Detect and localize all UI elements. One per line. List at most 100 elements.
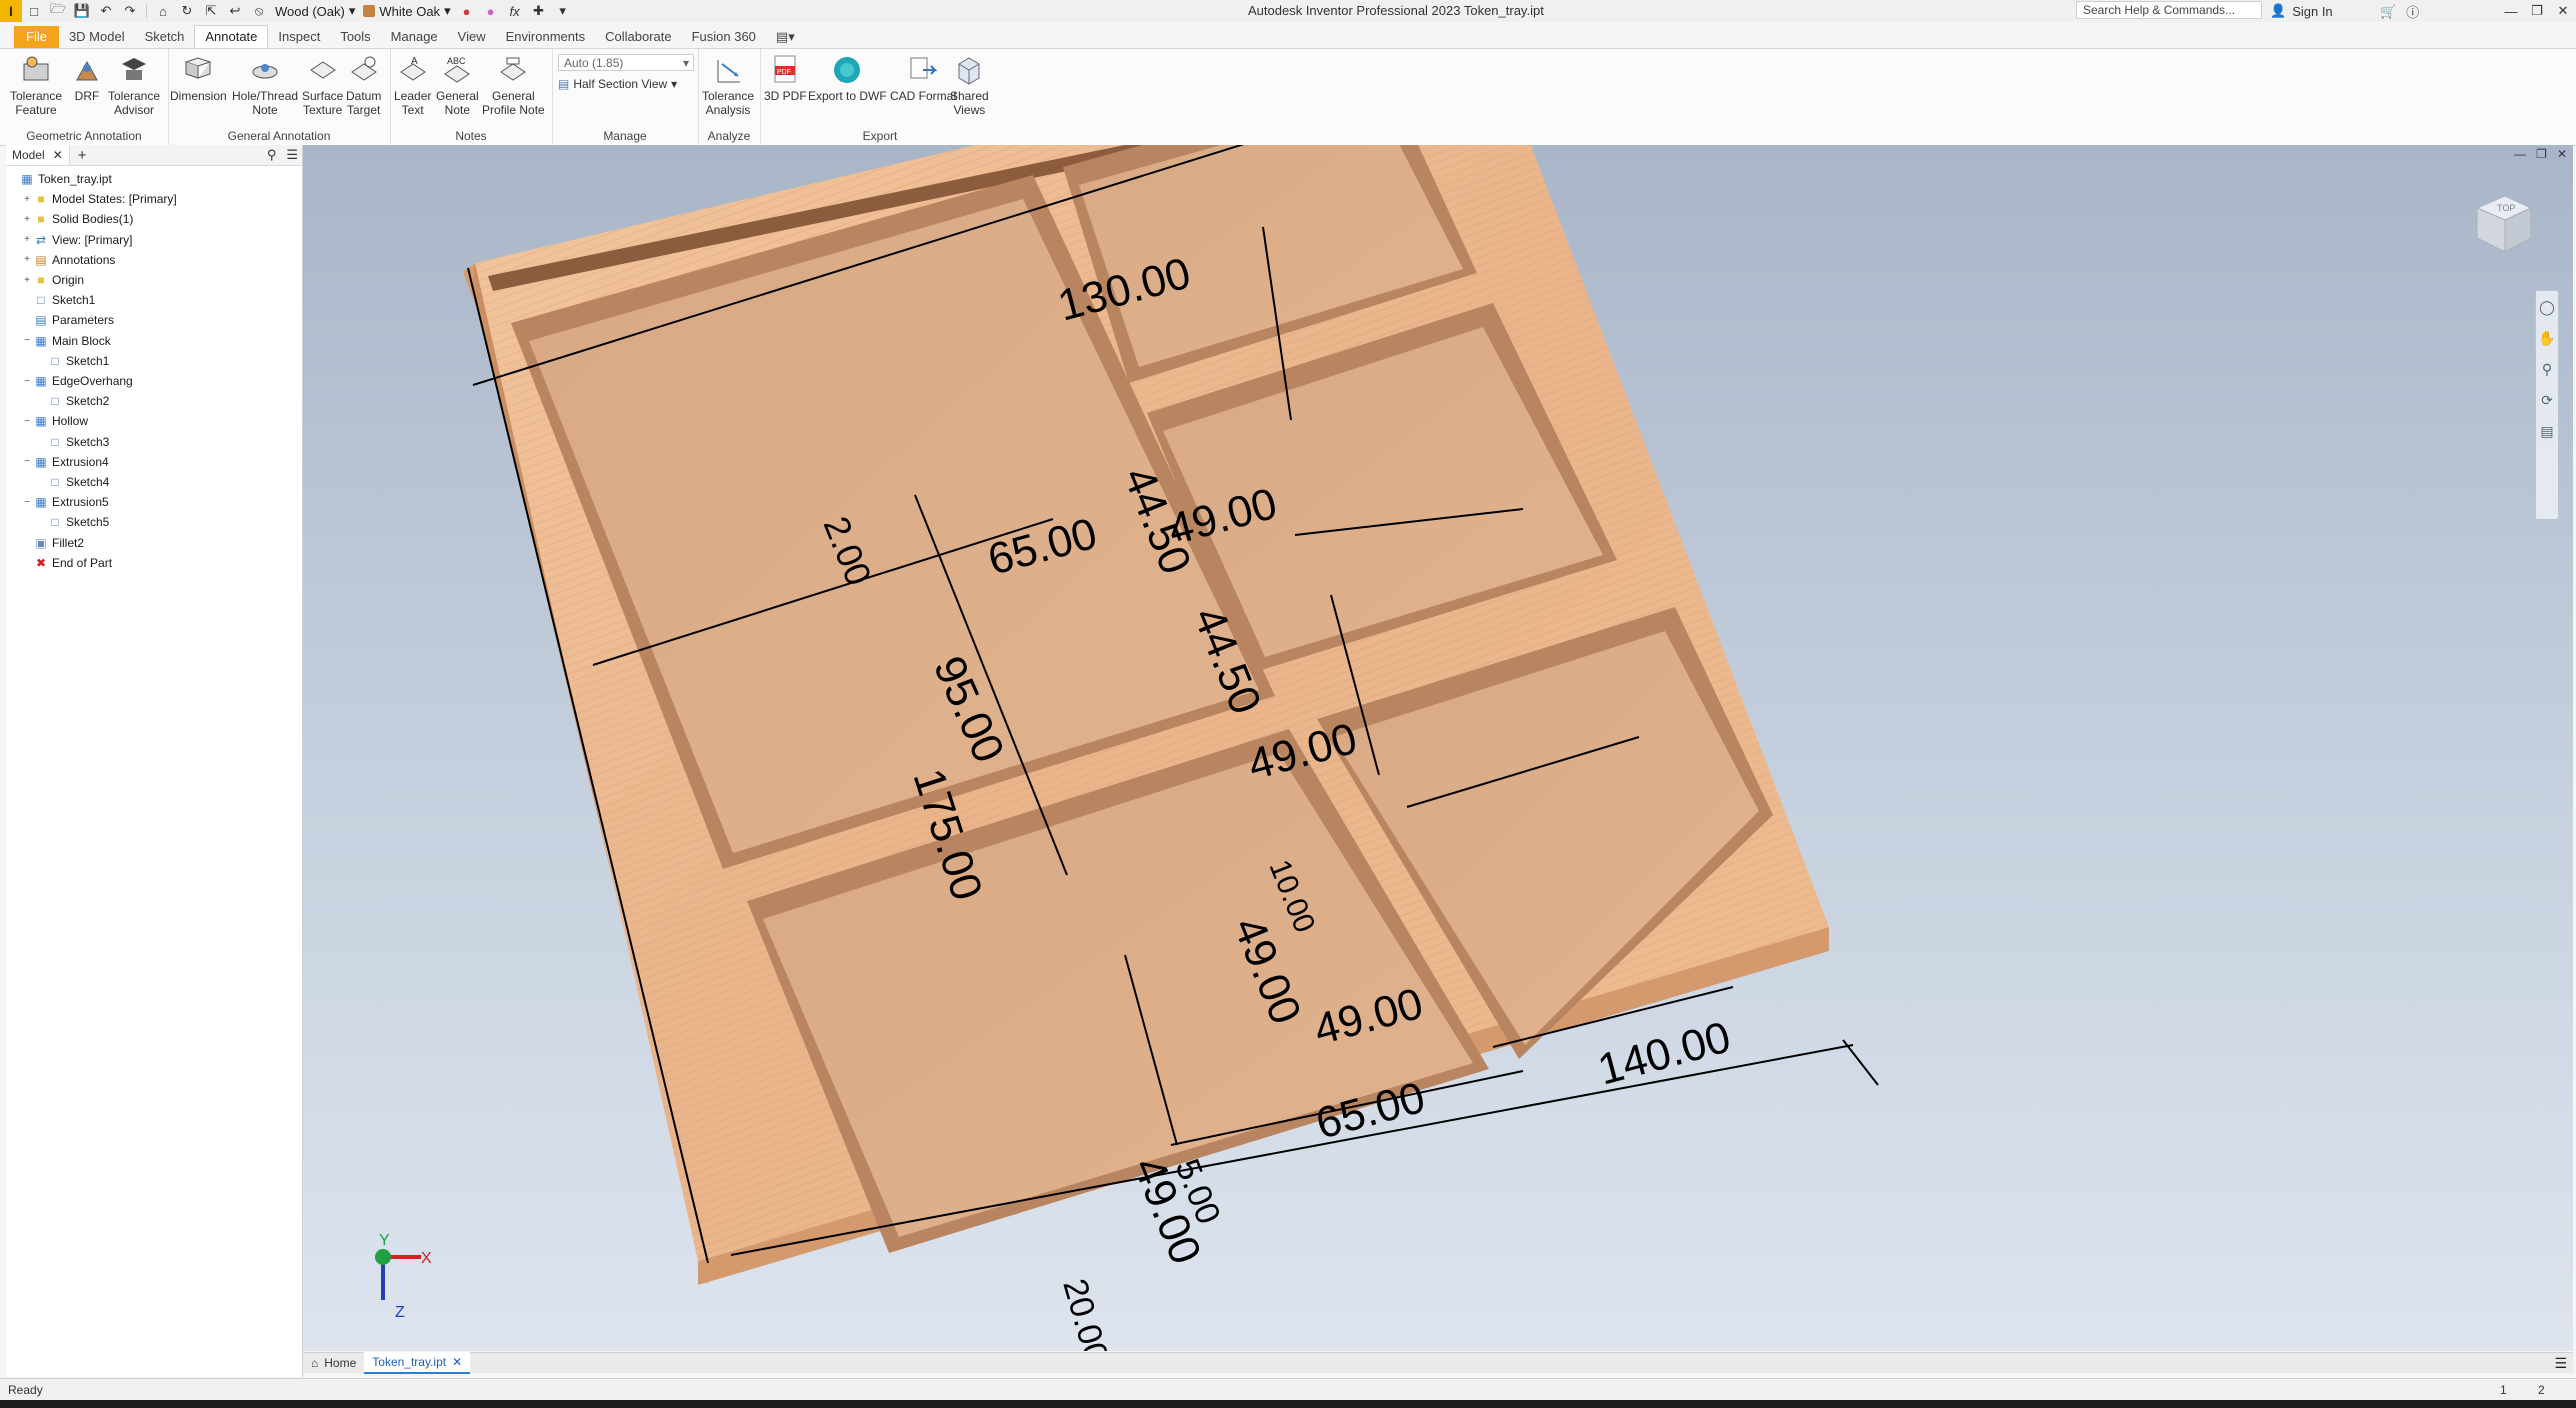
tab-view[interactable]: View bbox=[448, 26, 496, 48]
close-icon[interactable]: ✕ bbox=[53, 148, 63, 162]
expand-toggle-icon[interactable]: + bbox=[22, 214, 32, 225]
close-icon[interactable]: ✕ bbox=[2550, 0, 2576, 22]
help-icon[interactable]: ⓘ bbox=[2406, 2, 2419, 21]
expand-toggle-icon[interactable]: − bbox=[22, 416, 32, 427]
datum-target-button[interactable]: Datum Target bbox=[346, 51, 381, 117]
tab-tools[interactable]: Tools bbox=[330, 26, 380, 48]
clear-appearance-icon[interactable]: ● bbox=[479, 2, 503, 20]
tree-item[interactable]: + ■ Solid Bodies(1) bbox=[22, 209, 133, 229]
tab-file[interactable]: File bbox=[14, 26, 59, 48]
tab-home[interactable]: ⌂ Home bbox=[303, 1353, 364, 1373]
surface-texture-button[interactable]: Surface Texture bbox=[302, 51, 343, 117]
tree-item[interactable]: − ▦ Hollow bbox=[22, 411, 88, 431]
expand-toggle-icon[interactable]: + bbox=[22, 275, 32, 286]
customize-dropdown-icon[interactable]: ▾ bbox=[551, 2, 575, 20]
menu-icon[interactable]: ☰ bbox=[286, 147, 298, 163]
tree-item[interactable]: ▦ Token_tray.ipt bbox=[8, 169, 112, 189]
3d-pdf-button[interactable]: PDF 3D PDF bbox=[764, 51, 807, 103]
tolerance-analysis-button[interactable]: Tolerance Analysis bbox=[702, 51, 754, 117]
tolerance-feature-button[interactable]: Tolerance Feature bbox=[10, 51, 62, 117]
appearance-combo[interactable]: White Oak ▾ bbox=[359, 2, 454, 20]
tree-item-label: Fillet2 bbox=[52, 535, 85, 550]
part-model-view[interactable]: 130.00 2.00 175.00 95.00 65.00 44.50 49.… bbox=[303, 145, 2573, 1351]
tree-item[interactable]: ▤ Parameters bbox=[22, 310, 114, 330]
tab-sketch[interactable]: Sketch bbox=[135, 26, 195, 48]
minimize-icon[interactable]: — bbox=[2498, 0, 2524, 22]
tree-item[interactable]: − ▦ Main Block bbox=[22, 331, 111, 351]
tree-item[interactable]: − ▦ Extrusion4 bbox=[22, 452, 109, 472]
inventor-logo-icon[interactable]: I bbox=[0, 0, 22, 22]
parameters-fx-icon[interactable]: fx bbox=[503, 2, 527, 20]
redo-icon[interactable]: ↷ bbox=[118, 2, 142, 20]
expand-toggle-icon[interactable]: − bbox=[22, 335, 32, 346]
tab-fusion-360[interactable]: Fusion 360 bbox=[682, 26, 766, 48]
browser-tab-model[interactable]: Model ✕ bbox=[6, 145, 70, 165]
restore-icon[interactable]: ❐ bbox=[2524, 0, 2550, 22]
tab-annotate[interactable]: Annotate bbox=[194, 25, 269, 48]
tree-item[interactable]: ▣ Fillet2 bbox=[22, 533, 84, 553]
export-to-dwf-button[interactable]: Export to DWF bbox=[808, 51, 887, 103]
appearance-override-icon[interactable]: ● bbox=[455, 2, 479, 20]
group-export: PDF 3D PDF Export to DWF CAD Format Shar… bbox=[760, 49, 1000, 145]
general-note-button[interactable]: ABC General Note bbox=[436, 51, 479, 117]
undo-icon[interactable]: ↶ bbox=[94, 2, 118, 20]
ribbon-panel: Tolerance Feature DRF Tolerance Advisor … bbox=[0, 48, 2576, 146]
open-file-icon[interactable]: 🗁 bbox=[46, 1, 70, 20]
tree-item[interactable]: □ Sketch5 bbox=[36, 512, 109, 532]
tab-collaborate[interactable]: Collaborate bbox=[595, 26, 682, 48]
save-icon[interactable]: 💾 bbox=[70, 2, 94, 20]
tree-item[interactable]: + ▤ Annotations bbox=[22, 250, 115, 270]
cart-icon[interactable]: 🛒 bbox=[2380, 4, 2396, 20]
expand-toggle-icon[interactable]: − bbox=[22, 497, 32, 508]
tab-3d-model[interactable]: 3D Model bbox=[59, 26, 135, 48]
material-combo[interactable]: Wood (Oak) ▾ bbox=[271, 2, 359, 20]
tree-item[interactable]: + ■ Model States: [Primary] bbox=[22, 189, 177, 209]
shared-views-button[interactable]: Shared Views bbox=[950, 51, 989, 117]
cancel-icon[interactable]: ⦸ bbox=[247, 2, 271, 20]
dimension-button[interactable]: Dimension bbox=[170, 51, 227, 103]
tree-item[interactable]: − ▦ EdgeOverhang bbox=[22, 371, 133, 391]
expand-toggle-icon[interactable]: − bbox=[22, 456, 32, 467]
tree-item[interactable]: + ⇄ View: [Primary] bbox=[22, 230, 132, 250]
leader-text-button[interactable]: A Leader Text bbox=[394, 51, 431, 117]
tree-item[interactable]: □ Sketch2 bbox=[36, 391, 109, 411]
sign-in-button[interactable]: 👤 Sign In bbox=[2270, 3, 2333, 19]
return-icon[interactable]: ↩ bbox=[223, 2, 247, 20]
graphics-window[interactable]: — ❐ ✕ TOP ◯ ✋ ⚲ ⟳ ▤ 130.00 2.00 175.00 9… bbox=[303, 145, 2573, 1351]
select-icon[interactable]: ⇱ bbox=[199, 2, 223, 20]
expand-toggle-icon[interactable]: + bbox=[22, 194, 32, 205]
ribbon-options-icon[interactable]: ▤▾ bbox=[766, 26, 805, 48]
tree-item[interactable]: ✖ End of Part bbox=[22, 553, 112, 573]
add-browser-icon[interactable]: + bbox=[78, 147, 87, 164]
expand-toggle-icon[interactable]: − bbox=[22, 376, 32, 387]
new-file-icon[interactable]: □ bbox=[22, 2, 46, 20]
annotation-scale-combo[interactable]: Auto (1.85) ▾ bbox=[558, 54, 694, 71]
tree-item[interactable]: □ Sketch1 bbox=[22, 290, 95, 310]
search-input[interactable]: Search Help & Commands... bbox=[2076, 1, 2262, 19]
part-icon: ▦ bbox=[21, 172, 33, 186]
half-section-view-button[interactable]: ▤ Half Section View ▾ bbox=[558, 77, 677, 91]
expand-toggle-icon[interactable]: + bbox=[22, 254, 32, 265]
search-icon[interactable]: ⚲ bbox=[267, 147, 277, 163]
tree-item[interactable]: + ■ Origin bbox=[22, 270, 84, 290]
hole-thread-note-button[interactable]: Hole/Thread Note bbox=[232, 51, 298, 117]
tab-token-tray[interactable]: Token_tray.ipt ✕ bbox=[364, 1352, 471, 1374]
tree-item[interactable]: □ Sketch4 bbox=[36, 472, 109, 492]
cad-format-button[interactable]: CAD Format bbox=[890, 51, 957, 103]
add-icon[interactable]: ✚ bbox=[527, 2, 551, 20]
general-profile-note-button[interactable]: General Profile Note bbox=[482, 51, 545, 117]
close-icon[interactable]: ✕ bbox=[452, 1352, 462, 1372]
document-menu-icon[interactable]: ☰ bbox=[2554, 1355, 2567, 1372]
tab-manage[interactable]: Manage bbox=[381, 26, 448, 48]
expand-toggle-icon[interactable]: + bbox=[22, 234, 32, 245]
tolerance-advisor-button[interactable]: Tolerance Advisor bbox=[108, 51, 160, 117]
update-icon[interactable]: ↻ bbox=[175, 2, 199, 20]
tree-item[interactable]: □ Sketch3 bbox=[36, 432, 109, 452]
home-icon[interactable]: ⌂ bbox=[151, 2, 175, 20]
tab-inspect[interactable]: Inspect bbox=[268, 26, 330, 48]
tab-environments[interactable]: Environments bbox=[496, 26, 595, 48]
tree-item[interactable]: − ▦ Extrusion5 bbox=[22, 492, 109, 512]
tree-item[interactable]: □ Sketch1 bbox=[36, 351, 109, 371]
tolerance-advisor-icon bbox=[117, 51, 151, 89]
drf-button[interactable]: DRF bbox=[70, 51, 104, 103]
